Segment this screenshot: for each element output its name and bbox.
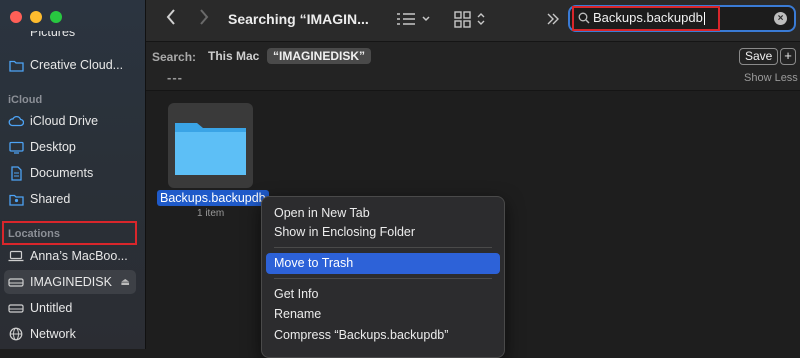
- external-drive-icon: [8, 274, 24, 290]
- scope-disk-button[interactable]: “IMAGINEDISK”: [267, 48, 372, 64]
- result-item-tile[interactable]: [168, 103, 253, 188]
- folder-icon: [175, 123, 246, 175]
- toolbar: Searching “IMAGIN... Backups.backupdb ×: [146, 0, 800, 42]
- add-criteria-button[interactable]: +: [780, 48, 796, 65]
- sidebar-item-label: Pictures: [30, 31, 76, 39]
- forward-arrow-icon[interactable]: [198, 8, 210, 32]
- context-menu: Open in New Tab Show in Enclosing Folder…: [261, 196, 505, 358]
- sidebar-item-documents[interactable]: Documents: [4, 161, 136, 185]
- sidebar-item-imaginedisk[interactable]: IMAGINEDISK ⏏: [4, 270, 136, 294]
- save-search-button[interactable]: Save: [739, 48, 779, 65]
- criteria-placeholder: ---: [167, 70, 183, 85]
- menu-item-get-info[interactable]: Get Info: [266, 284, 500, 305]
- sidebar-item-label: Untitled: [30, 301, 73, 315]
- menu-item-move-to-trash[interactable]: Move to Trash: [266, 253, 500, 274]
- menu-item-compress[interactable]: Compress “Backups.backupdb”: [266, 325, 500, 346]
- folder-icon: [8, 31, 24, 45]
- window-controls: [10, 11, 62, 23]
- sidebar-item-label: Creative Cloud...: [30, 58, 124, 72]
- desktop-icon: [8, 139, 24, 155]
- sidebar-item-macbook[interactable]: Anna’s MacBoo...: [4, 244, 136, 268]
- sidebar-item-pictures[interactable]: Pictures: [4, 31, 136, 45]
- folder-icon: [8, 57, 24, 73]
- document-icon: [8, 165, 24, 181]
- sidebar-item-label: Desktop: [30, 140, 76, 154]
- globe-icon: [8, 326, 24, 342]
- search-value: Backups.backupdb: [593, 10, 703, 25]
- sidebar-item-desktop[interactable]: Desktop: [4, 135, 136, 159]
- chevron-double-right-icon[interactable]: [546, 12, 560, 29]
- cloud-icon: [8, 113, 24, 129]
- menu-item-open-new-tab[interactable]: Open in New Tab: [266, 203, 500, 224]
- sidebar-item-icloud-drive[interactable]: iCloud Drive: [4, 109, 136, 133]
- sidebar-item-label: Documents: [30, 166, 94, 180]
- menu-item-show-enclosing-folder[interactable]: Show in Enclosing Folder: [266, 222, 500, 243]
- zoom-window-button[interactable]: [50, 11, 62, 23]
- sidebar-item-label: Anna’s MacBoo...: [30, 249, 128, 263]
- group-view-icon[interactable]: [395, 10, 433, 31]
- sidebar: Pictures Creative Cloud... iCloud iCloud…: [0, 0, 146, 349]
- eject-icon[interactable]: ⏏: [121, 277, 130, 288]
- result-item-name[interactable]: Backups.backupdb: [157, 190, 269, 206]
- show-less-button[interactable]: Show Less: [744, 72, 798, 84]
- search-scope-bar: Search: This Mac “IMAGINEDISK” Save + --…: [146, 42, 800, 91]
- scope-label: Search:: [152, 50, 197, 64]
- sidebar-item-creative-cloud[interactable]: Creative Cloud...: [4, 53, 136, 77]
- laptop-icon: [8, 248, 24, 264]
- sidebar-item-label: IMAGINEDISK: [30, 275, 112, 289]
- sidebar-section-icloud: iCloud: [8, 94, 43, 106]
- clear-search-icon[interactable]: ×: [774, 12, 787, 25]
- menu-item-rename[interactable]: Rename: [266, 304, 500, 325]
- close-window-button[interactable]: [10, 11, 22, 23]
- sidebar-item-untitled[interactable]: Untitled: [4, 296, 136, 320]
- shared-folder-icon: [8, 191, 24, 207]
- sidebar-item-network[interactable]: Network: [4, 322, 136, 346]
- search-input[interactable]: Backups.backupdb: [593, 10, 705, 26]
- menu-separator: [274, 247, 492, 248]
- external-drive-icon: [8, 300, 24, 316]
- sidebar-item-label: iCloud Drive: [30, 114, 99, 128]
- sidebar-section-locations: Locations: [8, 228, 60, 240]
- result-item-subtitle: 1 item: [197, 208, 225, 219]
- back-arrow-icon[interactable]: [165, 8, 177, 32]
- search-icon: [578, 12, 590, 27]
- scope-this-mac-button[interactable]: This Mac: [202, 48, 265, 64]
- icon-view-icon[interactable]: [454, 10, 488, 31]
- minimize-window-button[interactable]: [30, 11, 42, 23]
- sidebar-item-shared[interactable]: Shared: [4, 187, 136, 211]
- window-title: Searching “IMAGIN...: [228, 11, 369, 27]
- sidebar-item-label: Shared: [30, 192, 71, 206]
- menu-separator: [274, 278, 492, 279]
- sidebar-item-label: Network: [30, 327, 76, 341]
